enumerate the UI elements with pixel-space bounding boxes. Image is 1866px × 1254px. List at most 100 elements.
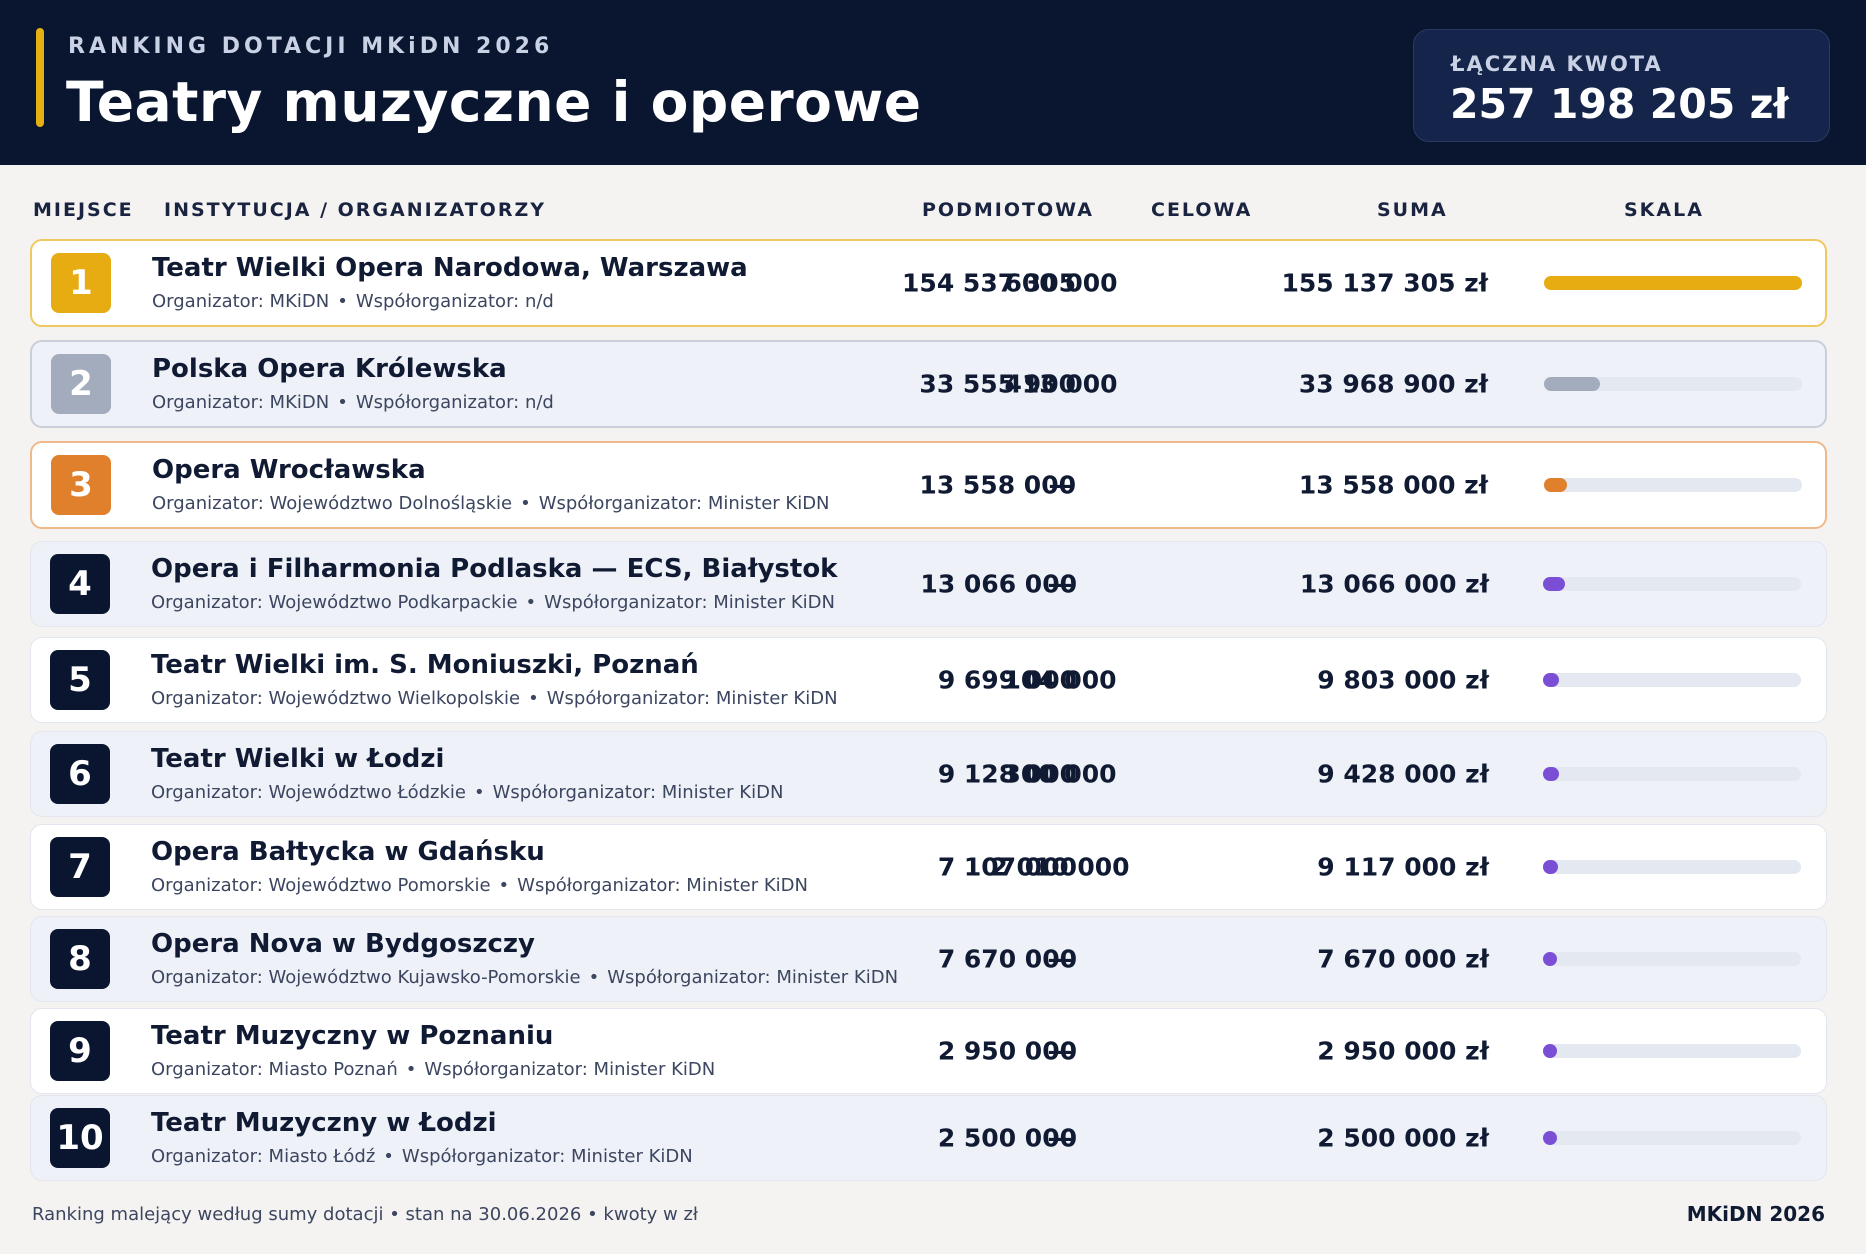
celowa-value: —: [1047, 569, 1073, 599]
scale-bar: [1544, 478, 1567, 492]
institution-name: Teatr Wielki Opera Narodowa, Warszawa: [152, 253, 748, 283]
rank-badge: 2: [51, 354, 111, 414]
institution-name: Teatr Wielki w Łodzi: [151, 744, 445, 774]
rank-badge: 4: [50, 554, 110, 614]
organizers: Organizator: Miasto Łódź • Współorganizato…: [151, 1146, 693, 1167]
institution-name: Teatr Muzyczny w Łodzi: [151, 1108, 497, 1138]
suma-value: 13 558 000 zł: [1298, 470, 1488, 500]
institution-name: Teatr Wielki im. S. Moniuszki, Poznań: [151, 650, 699, 680]
scale-bar: [1543, 577, 1565, 591]
coorganizer: Współorganizator: Minister KiDN: [544, 592, 835, 613]
footer-brand: MKiDN 2026: [1686, 1202, 1825, 1226]
organizer: Organizator: MKiDN: [152, 392, 330, 413]
organizer: Organizator: Miasto Poznań: [151, 1059, 398, 1080]
coorganizer: Współorganizator: Minister KiDN: [424, 1059, 716, 1080]
rank-badge: 8: [50, 929, 110, 989]
celowa-value: 413 000: [1004, 369, 1118, 399]
organizers: Organizator: Województwo Pomorskie • Współ…: [151, 875, 808, 896]
organizer: Organizator: Miasto Łódź: [151, 1146, 376, 1167]
organizers: Organizator: Województwo Podkarpackie • Ws…: [151, 592, 835, 613]
header-kicker: RANKING DOTACJI MKiDN 2026: [68, 34, 554, 59]
header: RANKING DOTACJI MKiDN 2026 Teatry muzycz…: [0, 0, 1866, 165]
table-row: 3 Opera Wrocławska Organizator: Województw…: [30, 441, 1827, 529]
suma-value: 9 117 000 zł: [1317, 852, 1489, 882]
coorganizer: Współorganizator: Minister KiDN: [492, 782, 784, 803]
column-header-skala: SKALA: [1624, 199, 1704, 221]
accent-bar: [36, 28, 44, 127]
organizers: Organizator: Województwo Kujawsko-Pomors…: [151, 967, 898, 988]
organizer: Organizator: Województwo Podkarpackie: [151, 592, 518, 613]
table-row: 9 Teatr Muzyczny w Poznaniu Organizator: M…: [30, 1008, 1827, 1094]
coorganizer: Współorganizator: Minister KiDN: [607, 967, 899, 988]
coorganizer: Współorganizator: n/d: [355, 291, 554, 312]
coorganizer: Współorganizator: Minister KiDN: [546, 688, 838, 709]
organizers: Organizator: Województwo Dolnośląskie • Ws…: [152, 493, 830, 514]
scale-bar: [1544, 276, 1802, 290]
celowa-value: —: [1047, 1123, 1073, 1153]
scale-bar-track: [1543, 1044, 1801, 1058]
rank-badge: 1: [51, 253, 111, 313]
column-header-rank: MIEJSCE: [33, 199, 134, 221]
column-header-podmiotowa: PODMIOTOWA: [922, 199, 1094, 221]
institution-name: Opera i Filharmonia Podlaska — ECS, Biał…: [151, 554, 838, 584]
organizer: Organizator: Województwo Wielkopolskie: [151, 688, 521, 709]
separator-dot: •: [337, 291, 348, 312]
table-row: 7 Opera Bałtycka w Gdańsku Organizator: Wo…: [30, 824, 1827, 910]
organizers: Organizator: Województwo Wielkopolskie • W…: [151, 688, 838, 709]
scale-bar-track: [1543, 1131, 1801, 1145]
scale-bar: [1543, 673, 1559, 687]
celowa-value: —: [1048, 470, 1074, 500]
suma-value: 33 968 900 zł: [1298, 369, 1488, 399]
celowa-value: 104 000: [1003, 665, 1117, 695]
total-amount-value: 257 198 205 zł: [1450, 80, 1789, 128]
rank-badge: 3: [51, 455, 111, 515]
organizers: Organizator: MKiDN • Współorganizator: n/d: [152, 291, 554, 312]
celowa-value: —: [1047, 944, 1073, 974]
institution-name: Polska Opera Królewska: [152, 354, 507, 384]
coorganizer: Współorganizator: Minister KiDN: [538, 493, 830, 514]
scale-bar-track: [1543, 673, 1801, 687]
scale-bar-track: [1543, 952, 1801, 966]
coorganizer: Współorganizator: Minister KiDN: [401, 1146, 693, 1167]
separator-dot: •: [405, 1059, 417, 1080]
celowa-value: —: [1047, 1036, 1073, 1066]
scale-bar: [1543, 860, 1558, 874]
scale-bar-track: [1543, 860, 1801, 874]
suma-value: 13 066 000 zł: [1299, 569, 1489, 599]
institution-name: Opera Wrocławska: [152, 455, 426, 485]
table-row: 2 Polska Opera Królewska Organizator: MKiD…: [30, 340, 1827, 428]
organizers: Organizator: Miasto Poznań • Współorganiza…: [151, 1059, 715, 1080]
scale-bar-track: [1543, 767, 1801, 781]
separator-dot: •: [498, 875, 510, 896]
celowa-value: 600 000: [1004, 268, 1118, 298]
rank-badge: 9: [50, 1021, 110, 1081]
rank-badge: 5: [50, 650, 110, 710]
separator-dot: •: [520, 493, 531, 514]
rank-badge: 6: [50, 744, 110, 804]
suma-value: 2 500 000 zł: [1317, 1123, 1489, 1153]
scale-bar: [1543, 1131, 1557, 1145]
table-row: 10 Teatr Muzyczny w Łodzi Organizator: Mia…: [30, 1095, 1827, 1181]
separator-dot: •: [528, 688, 539, 709]
separator-dot: •: [383, 1146, 394, 1167]
separator-dot: •: [474, 782, 485, 803]
column-header-suma: SUMA: [1377, 199, 1448, 221]
column-header-celowa: CELOWA: [1151, 199, 1253, 221]
total-amount-label: ŁĄCZNA KWOTA: [1451, 52, 1663, 76]
table-row: 6 Teatr Wielki w Łodzi Organizator: Wojewó…: [30, 731, 1827, 817]
table-row: 5 Teatr Wielki im. S. Moniuszki, Poznań Or…: [30, 637, 1827, 723]
separator-dot: •: [337, 392, 348, 413]
rank-badge: 10: [50, 1108, 110, 1168]
scale-bar-track: [1544, 377, 1802, 391]
celowa-value: 2 010 000: [990, 852, 1130, 882]
table-row: 8 Opera Nova w Bydgoszczy Organizator: Woj…: [30, 916, 1827, 1002]
organizer: Organizator: MKiDN: [152, 291, 330, 312]
organizer: Organizator: Województwo Dolnośląskie: [152, 493, 513, 514]
page-title: Teatry muzyczne i operowe: [66, 70, 922, 134]
scale-bar: [1543, 1044, 1557, 1058]
suma-value: 7 670 000 zł: [1317, 944, 1489, 974]
organizer: Organizator: Województwo Kujawsko-Pomors…: [151, 967, 581, 988]
rank-badge: 7: [50, 837, 110, 897]
institution-name: Opera Nova w Bydgoszczy: [151, 929, 535, 959]
institution-name: Teatr Muzyczny w Poznaniu: [151, 1021, 554, 1051]
